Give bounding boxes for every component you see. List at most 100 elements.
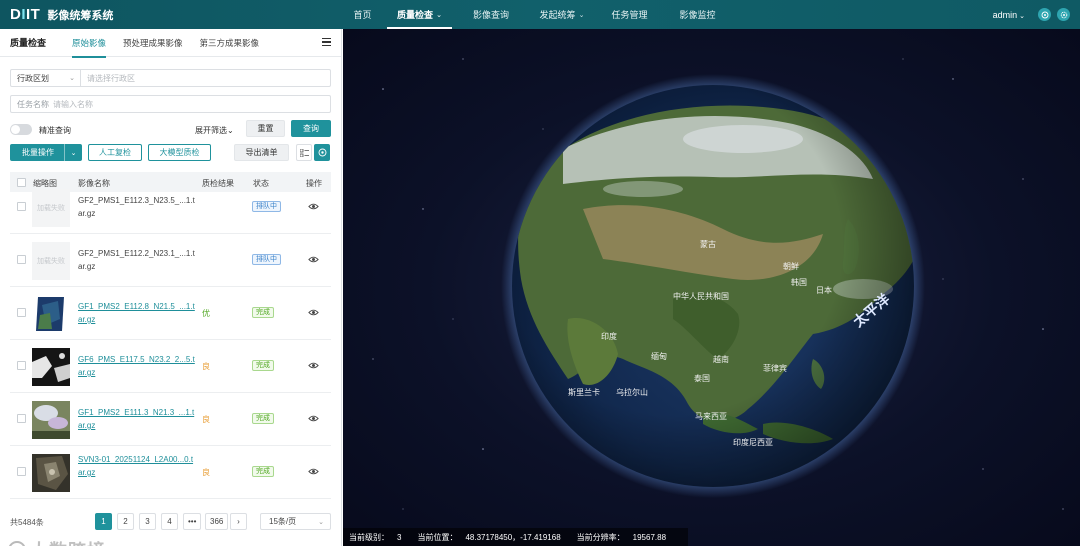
globe-canvas[interactable]: 中华人民共和国 蒙古 印度 缅甸 越南 泰国 菲律宾 马来西亚 印度尼西亚 日本… (343, 29, 1080, 546)
table-row[interactable]: 加载失败 GF2_PMS1_E112.3_N23.5_...1.tar.gz 排… (10, 182, 331, 234)
export-list-button[interactable]: 导出清单 (234, 144, 289, 161)
reset-button[interactable]: 重置 (246, 120, 285, 137)
status-badge: 完成 (252, 466, 274, 477)
top-navigation-bar: DIIT 影像统筹系统 首页 质量检查 ⌄ 影像查询 发起统筹 ⌄ 任务管理 影像监… (0, 0, 1080, 29)
quality-check-panel: 质量检查 原始影像 预处理成果影像 第三方成果影像 行政区划 ⌄ 请选择行政区 任… (0, 29, 342, 546)
thumbnail-placeholder: 加载失败 (32, 189, 70, 227)
image-name: GF2_PMS1_E112.3_N23.5_...1.tar.gz (78, 196, 195, 218)
page-size-select[interactable]: 15条/页 ⌄ (260, 513, 331, 530)
nav-item-home[interactable]: 首页 (340, 0, 385, 29)
thumbnail-image[interactable] (32, 401, 70, 439)
exact-query-toggle[interactable] (10, 124, 32, 135)
watermark-logo (8, 541, 26, 546)
view-eye-icon[interactable] (308, 413, 319, 424)
row-checkbox[interactable] (17, 361, 26, 370)
nav-item-image-monitor[interactable]: 影像监控 (670, 0, 725, 29)
page-button[interactable]: 3 (139, 513, 156, 530)
row-checkbox[interactable] (17, 255, 26, 264)
batch-operation-button[interactable]: 批量操作 ⌄ (10, 144, 82, 161)
map-label: 韩国 (791, 277, 807, 287)
view-eye-icon[interactable] (308, 307, 319, 318)
page-button[interactable]: 2 (117, 513, 134, 530)
thumbnail-image[interactable] (32, 454, 70, 492)
image-name-link[interactable]: GF1_PMS2_E112.8_N21.5_...1.tar.gz (78, 300, 196, 326)
expand-filters-link[interactable]: 展开筛选⌄ (195, 125, 234, 136)
page-button[interactable]: 4 (161, 513, 178, 530)
map-label: 朝鲜 (783, 261, 799, 271)
qc-result: 优 (202, 309, 210, 318)
thumbnail-image[interactable] (32, 348, 70, 386)
status-badge: 排队中 (252, 201, 281, 212)
region-type-select[interactable]: 行政区划 ⌄ (11, 70, 81, 86)
globe-map-view[interactable]: 中华人民共和国 蒙古 印度 缅甸 越南 泰国 菲律宾 马来西亚 印度尼西亚 日本… (343, 29, 1080, 546)
task-name-placeholder: 请输入名称 (53, 99, 93, 109)
map-label: 菲律宾 (763, 363, 787, 373)
map-label: 马来西亚 (695, 412, 727, 421)
image-name-link[interactable]: GF1_PMS2_E111.3_N21.3_...1.tar.gz (78, 406, 196, 432)
map-label: 乌拉尔山 (616, 387, 648, 397)
task-name-field[interactable]: 任务名称 请输入名称 (10, 95, 331, 113)
panel-title: 质量检查 (10, 38, 47, 48)
tab-preprocessed-images[interactable]: 预处理成果影像 (123, 29, 183, 57)
map-label: 缅甸 (651, 351, 667, 361)
image-name-link[interactable]: GF6_PMS_E117.5_N23.2_2...5.tar.gz (78, 353, 196, 379)
chevron-down-icon: ⌄ (1019, 12, 1025, 20)
chevron-down-icon[interactable]: ⌄ (64, 144, 82, 161)
list-view-icon[interactable] (296, 144, 312, 161)
tab-third-party-images[interactable]: 第三方成果影像 (200, 29, 260, 57)
main-nav: 首页 质量检查 ⌄ 影像查询 发起统筹 ⌄ 任务管理 影像监控 (340, 0, 725, 29)
message-icon[interactable] (1038, 8, 1051, 21)
menu-icon[interactable] (322, 38, 331, 46)
nav-item-quality-check[interactable]: 质量检查 ⌄ (387, 0, 452, 29)
map-label: 印度 (601, 331, 617, 341)
user-menu[interactable]: admin ⌄ (993, 10, 1025, 20)
map-label: 印度尼西亚 (733, 437, 773, 447)
table-row[interactable]: SVN3-01_20251124_L2A00...0.tar.gz 良 完成 (10, 447, 331, 499)
region-input[interactable]: 请选择行政区 (81, 73, 135, 84)
map-view-icon[interactable] (314, 144, 330, 161)
view-eye-icon[interactable] (308, 254, 319, 265)
app-title: 影像统筹系统 (47, 9, 114, 22)
nav-item-initiate-coordination[interactable]: 发起统筹 ⌄ (532, 0, 592, 29)
row-checkbox[interactable] (17, 202, 26, 211)
nav-item-task-management[interactable]: 任务管理 (602, 0, 657, 29)
map-label: 日本 (816, 285, 832, 295)
view-eye-icon[interactable] (308, 360, 319, 371)
task-name-label: 任务名称 (17, 99, 49, 109)
chevron-down-icon: ⌄ (578, 11, 585, 19)
nav-item-image-query[interactable]: 影像查询 (462, 0, 520, 29)
llm-check-button[interactable]: 大模型质检 (148, 144, 211, 161)
chevron-double-down-icon: ⌄ (227, 126, 234, 135)
tab-raw-images[interactable]: 原始影像 (72, 29, 107, 58)
view-eye-icon[interactable] (308, 201, 319, 212)
image-name: GF2_PMS1_E112.2_N23.1_...1.tar.gz (78, 249, 195, 271)
page-button[interactable]: 366 (205, 513, 229, 530)
row-checkbox[interactable] (17, 414, 26, 423)
app-logo[interactable]: DIIT 影像统筹系统 (10, 6, 113, 23)
map-label: 中华人民共和国 (673, 291, 729, 301)
status-badge: 完成 (252, 413, 274, 424)
page-ellipsis[interactable]: ••• (183, 513, 202, 530)
status-badge: 排队中 (252, 254, 281, 265)
manual-recheck-button[interactable]: 人工复检 (88, 144, 142, 161)
row-checkbox[interactable] (17, 467, 26, 476)
watermark-text: 大数跨境 (30, 537, 106, 546)
image-name-link[interactable]: SVN3-01_20251124_L2A00...0.tar.gz (78, 453, 196, 479)
table-row[interactable]: GF1_PMS2_E112.8_N21.5_...1.tar.gz 优 完成 (10, 288, 331, 340)
qc-result: 良 (202, 415, 210, 424)
table-row[interactable]: 加载失败 GF2_PMS1_E112.2_N23.1_...1.tar.gz 排… (10, 235, 331, 287)
next-page-button[interactable]: › (230, 513, 247, 530)
table-row[interactable]: GF1_PMS2_E111.3_N21.3_...1.tar.gz 良 完成 (10, 394, 331, 446)
row-checkbox[interactable] (17, 308, 26, 317)
view-eye-icon[interactable] (308, 466, 319, 477)
table-row[interactable]: GF6_PMS_E117.5_N23.2_2...5.tar.gz 良 完成 (10, 341, 331, 393)
settings-icon[interactable] (1057, 8, 1070, 21)
region-filter: 行政区划 ⌄ 请选择行政区 (10, 69, 331, 87)
query-button[interactable]: 查询 (291, 120, 331, 137)
qc-result: 良 (202, 468, 210, 477)
total-count: 共5484条 (10, 518, 44, 527)
map-label: 斯里兰卡 (568, 387, 600, 397)
thumbnail-image[interactable] (32, 295, 70, 333)
page-button[interactable]: 1 (95, 513, 112, 530)
map-status-bar: 当前级别： 3 当前位置： 48.37178450，-17.419168 当前分辨率… (343, 528, 689, 546)
